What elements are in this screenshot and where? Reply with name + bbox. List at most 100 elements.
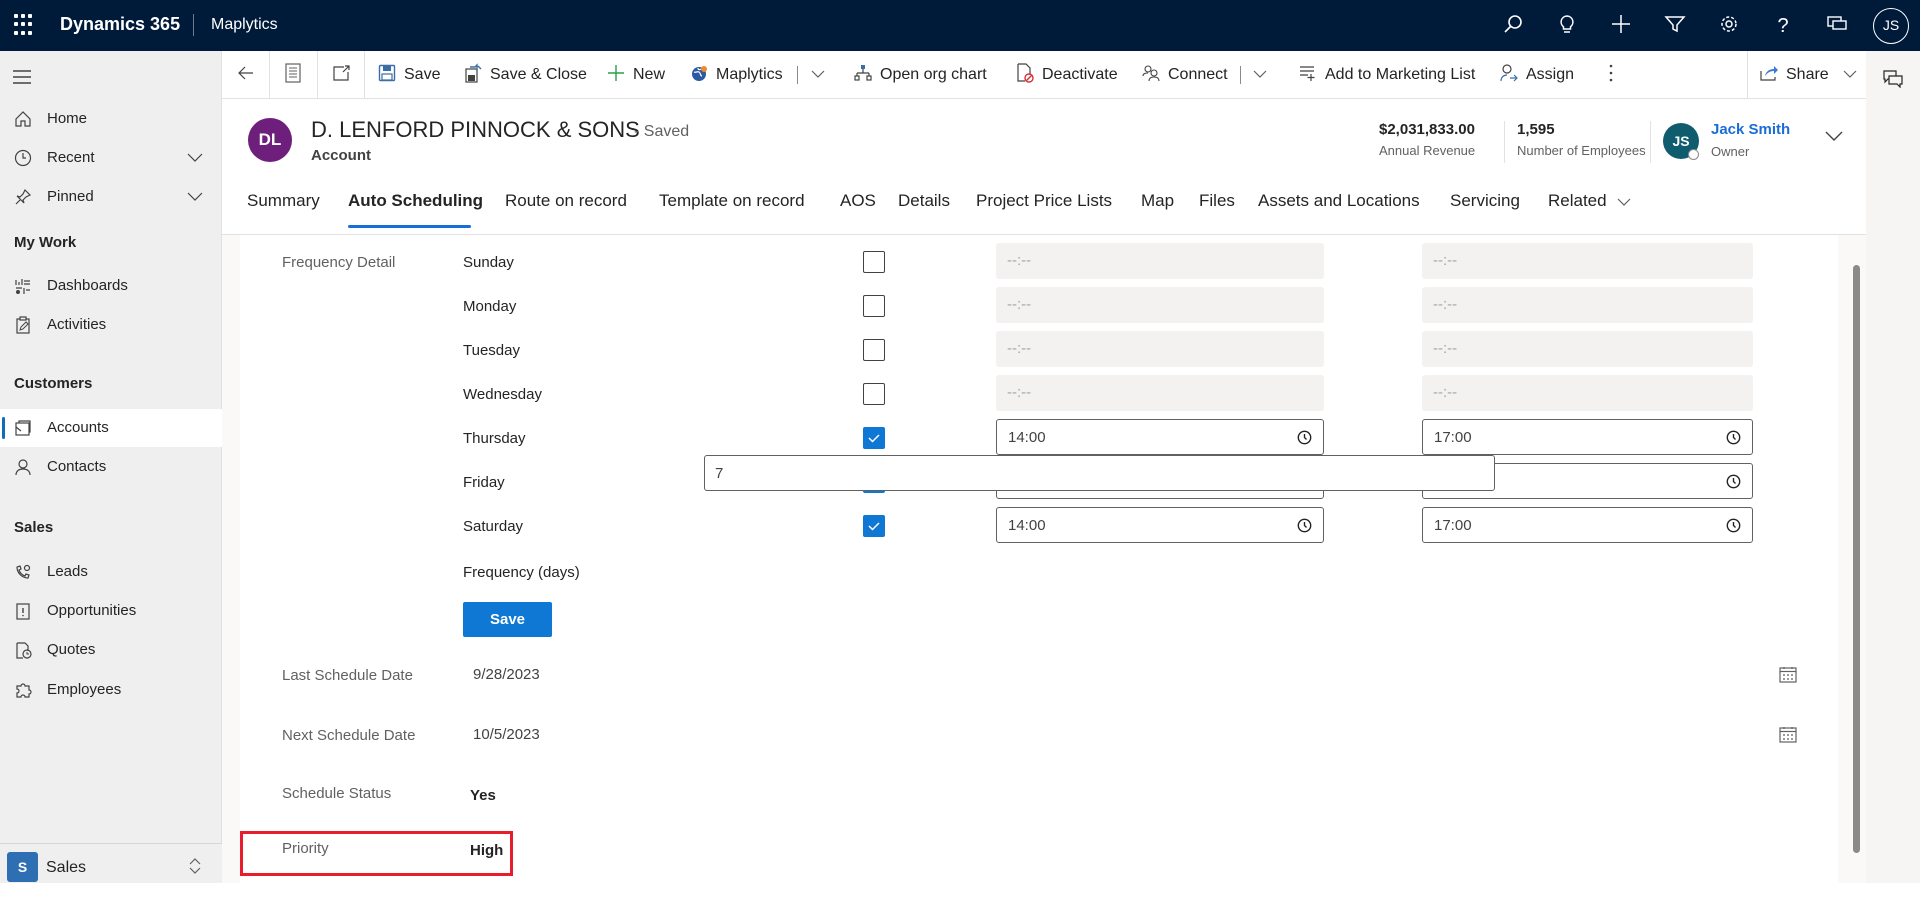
connect-dropdown-button[interactable] bbox=[1253, 51, 1267, 99]
calendar-icon[interactable] bbox=[1779, 666, 1797, 683]
frequency-days-input[interactable]: 7 bbox=[704, 455, 1495, 491]
more-commands-button[interactable] bbox=[1608, 51, 1614, 99]
tab-project-price-lists[interactable]: Project Price Lists bbox=[976, 191, 1112, 211]
sidebar-item-contacts[interactable]: Contacts bbox=[0, 448, 222, 486]
sidebar-item-employees[interactable]: Employees bbox=[0, 671, 222, 709]
tab-summary[interactable]: Summary bbox=[247, 191, 320, 211]
sidebar-item-accounts[interactable]: Accounts bbox=[0, 409, 222, 447]
back-button[interactable] bbox=[237, 51, 255, 99]
day-label-monday: Monday bbox=[463, 298, 517, 315]
calendar-icon[interactable] bbox=[1779, 726, 1797, 743]
tab-related-label: Related bbox=[1548, 191, 1607, 210]
next-schedule-date-value[interactable]: 10/5/2023 bbox=[473, 726, 540, 743]
day-start-time-input[interactable]: --:-- bbox=[996, 287, 1324, 323]
day-end-time-input[interactable]: --:-- bbox=[1422, 375, 1753, 411]
settings-icon[interactable] bbox=[1716, 13, 1742, 39]
maplytics-dropdown-button[interactable] bbox=[811, 51, 825, 99]
hamburger-menu-icon[interactable] bbox=[13, 70, 33, 84]
clock-icon[interactable] bbox=[1726, 474, 1741, 489]
lightbulb-icon[interactable] bbox=[1554, 13, 1580, 39]
chat-icon[interactable] bbox=[1883, 70, 1903, 93]
schedule-status-value[interactable]: Yes bbox=[470, 787, 496, 804]
day-start-time-input[interactable]: 14:00 bbox=[996, 507, 1324, 543]
open-org-chart-button[interactable]: Open org chart bbox=[854, 51, 987, 99]
tab-servicing[interactable]: Servicing bbox=[1450, 191, 1520, 211]
chevron-down-icon[interactable] bbox=[1825, 129, 1843, 147]
tab-assets-and-locations[interactable]: Assets and Locations bbox=[1258, 191, 1420, 211]
tab-auto-scheduling[interactable]: Auto Scheduling bbox=[348, 191, 483, 211]
plus-icon[interactable] bbox=[1608, 13, 1634, 39]
tab-route-on-record[interactable]: Route on record bbox=[505, 191, 627, 211]
tab-map[interactable]: Map bbox=[1141, 191, 1174, 211]
day-start-time-input[interactable]: --:-- bbox=[996, 243, 1324, 279]
day-checkbox-wednesday[interactable] bbox=[863, 383, 885, 405]
end-time-value: --:-- bbox=[1433, 384, 1458, 401]
owner-name-link[interactable]: Jack Smith bbox=[1711, 121, 1790, 138]
chat-icon[interactable] bbox=[1824, 13, 1850, 39]
chevron-down-icon[interactable] bbox=[186, 148, 204, 166]
filter-icon[interactable] bbox=[1662, 13, 1688, 39]
share-icon bbox=[1760, 65, 1778, 86]
more-vertical-icon bbox=[1608, 64, 1614, 87]
maplytics-button[interactable]: Maplytics bbox=[690, 51, 783, 99]
sidebar-item-label: Recent bbox=[47, 149, 95, 166]
sidebar-item-dashboards[interactable]: Dashboards bbox=[0, 267, 222, 305]
save-and-close-button[interactable]: Save & Close bbox=[464, 51, 587, 99]
tab-related[interactable]: Related bbox=[1548, 191, 1631, 212]
sidebar-group-title: Sales bbox=[14, 519, 54, 536]
sidebar-item-home[interactable]: Home bbox=[0, 100, 222, 138]
day-checkbox-saturday[interactable] bbox=[863, 515, 885, 537]
deactivate-button[interactable]: Deactivate bbox=[1016, 51, 1118, 99]
sidebar-item-activities[interactable]: Activities bbox=[0, 306, 222, 344]
day-start-time-input[interactable]: --:-- bbox=[996, 375, 1324, 411]
divider bbox=[317, 51, 318, 99]
vertical-scrollbar[interactable] bbox=[1853, 265, 1860, 853]
day-end-time-input[interactable]: --:-- bbox=[1422, 243, 1753, 279]
sidebar-item-leads[interactable]: Leads bbox=[0, 553, 222, 591]
day-end-time-input[interactable]: --:-- bbox=[1422, 331, 1753, 367]
clock-icon[interactable] bbox=[1726, 518, 1741, 533]
sidebar-item-recent[interactable]: Recent bbox=[0, 139, 222, 177]
clock-icon[interactable] bbox=[1726, 430, 1741, 445]
user-avatar[interactable]: JS bbox=[1873, 8, 1909, 44]
day-checkbox-monday[interactable] bbox=[863, 295, 885, 317]
product-name[interactable]: Dynamics 365 bbox=[60, 14, 180, 35]
last-schedule-date-value[interactable]: 9/28/2023 bbox=[473, 666, 540, 683]
save-button[interactable]: Save bbox=[378, 51, 440, 99]
day-checkbox-tuesday[interactable] bbox=[863, 339, 885, 361]
open-new-window-button[interactable] bbox=[332, 51, 352, 99]
day-start-time-input[interactable]: --:-- bbox=[996, 331, 1324, 367]
help-icon[interactable]: ? bbox=[1770, 13, 1796, 39]
priority-highlight-box bbox=[240, 831, 513, 876]
chevron-updown-icon[interactable] bbox=[188, 856, 202, 881]
assign-button[interactable]: Assign bbox=[1500, 51, 1574, 99]
connect-icon bbox=[1142, 64, 1160, 87]
day-end-time-input[interactable]: 17:00 bbox=[1422, 419, 1753, 455]
day-end-time-input[interactable]: 17:00 bbox=[1422, 507, 1753, 543]
day-start-time-input[interactable]: 14:00 bbox=[996, 419, 1324, 455]
search-icon[interactable] bbox=[1500, 13, 1526, 39]
tab-template-on-record[interactable]: Template on record bbox=[659, 191, 805, 211]
app-name[interactable]: Maplytics bbox=[211, 16, 278, 34]
save-schedule-button[interactable]: Save bbox=[463, 602, 552, 637]
tab-aos[interactable]: AOS bbox=[840, 191, 876, 211]
share-button[interactable]: Share bbox=[1760, 51, 1857, 99]
clock-icon[interactable] bbox=[1297, 430, 1312, 445]
area-switcher[interactable]: S Sales bbox=[0, 843, 222, 883]
day-checkbox-thursday[interactable] bbox=[863, 427, 885, 449]
day-checkbox-sunday[interactable] bbox=[863, 251, 885, 273]
add-to-marketing-list-button[interactable]: Add to Marketing List bbox=[1299, 51, 1475, 99]
sidebar-item-opportunities[interactable]: Opportunities bbox=[0, 592, 222, 630]
tab-details[interactable]: Details bbox=[898, 191, 950, 211]
sidebar-item-pinned[interactable]: Pinned bbox=[0, 178, 222, 216]
clock-icon[interactable] bbox=[1297, 518, 1312, 533]
day-end-time-input[interactable]: --:-- bbox=[1422, 287, 1753, 323]
app-launcher-icon[interactable] bbox=[14, 14, 36, 36]
chevron-down-icon[interactable] bbox=[186, 187, 204, 205]
connect-button[interactable]: Connect bbox=[1142, 51, 1228, 99]
new-button[interactable]: New bbox=[607, 51, 665, 99]
sidebar-item-quotes[interactable]: Quotes bbox=[0, 631, 222, 669]
tab-files[interactable]: Files bbox=[1199, 191, 1235, 211]
form-selector-button[interactable] bbox=[285, 51, 301, 99]
end-time-value: --:-- bbox=[1433, 340, 1458, 357]
